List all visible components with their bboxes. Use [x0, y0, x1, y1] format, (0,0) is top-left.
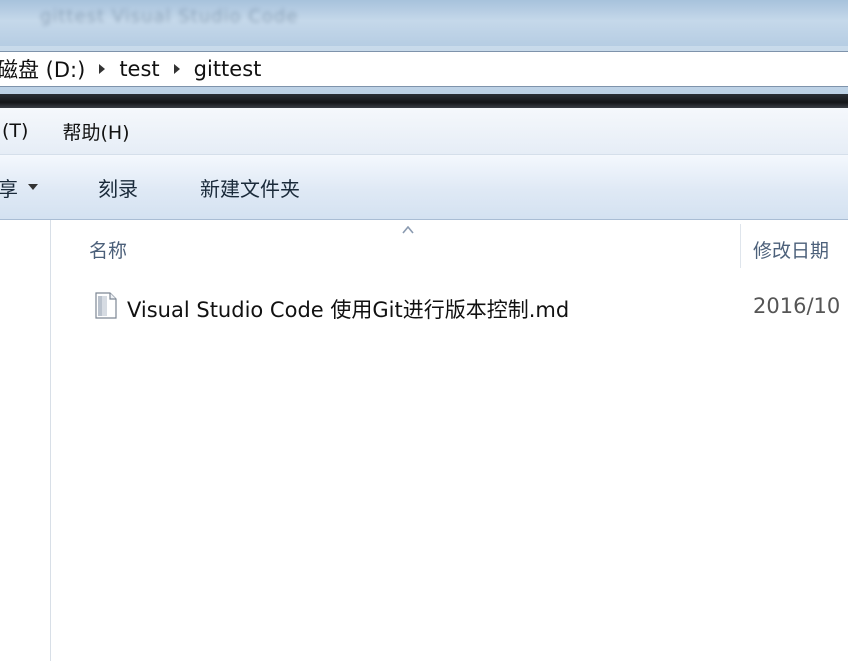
menu-bar: (T) 帮助(H) [0, 108, 848, 155]
breadcrumb-gittest[interactable]: gittest [194, 57, 268, 81]
column-divider[interactable] [740, 224, 741, 268]
share-button[interactable]: 享 [0, 173, 38, 202]
column-headers: 名称 修改日期 [51, 220, 848, 274]
breadcrumb-arrow-icon[interactable] [173, 64, 180, 74]
new-folder-button[interactable]: 新建文件夹 [200, 173, 300, 202]
burn-button[interactable]: 刻录 [98, 173, 138, 202]
navigation-pane[interactable] [0, 220, 51, 661]
file-row[interactable]: Visual Studio Code 使用Git进行版本控制.md 2016/1… [91, 286, 848, 326]
breadcrumb-arrow-icon[interactable] [99, 64, 106, 74]
menu-tools[interactable]: (T) [0, 120, 38, 142]
window-divider [0, 94, 848, 108]
column-header-name[interactable]: 名称 [89, 236, 127, 263]
document-icon [95, 292, 117, 319]
breadcrumb-test[interactable]: test [119, 57, 165, 81]
file-name: Visual Studio Code 使用Git进行版本控制.md [127, 298, 570, 322]
menu-help[interactable]: 帮助(H) [52, 118, 139, 145]
command-bar: 享 刻录 新建文件夹 [0, 155, 848, 220]
title-bar[interactable]: gittest Visual Studio Code [0, 0, 848, 46]
sort-ascending-icon [402, 226, 414, 234]
file-modified-date: 2016/10 [753, 294, 841, 318]
explorer-window: gittest Visual Studio Code 磁盘 (D:) test … [0, 0, 848, 661]
window-title: gittest Visual Studio Code [40, 6, 299, 27]
column-header-modified[interactable]: 修改日期 [753, 236, 829, 263]
breadcrumb-drive[interactable]: 磁盘 (D:) [0, 54, 91, 84]
file-list[interactable]: 名称 修改日期 Visual Studio Code 使用Git进行版本控制.m… [51, 220, 848, 661]
share-button-label: 享 [0, 176, 18, 201]
address-bar: 磁盘 (D:) test gittest [0, 46, 848, 94]
address-field[interactable]: 磁盘 (D:) test gittest [0, 51, 848, 87]
chevron-down-icon [28, 184, 38, 190]
